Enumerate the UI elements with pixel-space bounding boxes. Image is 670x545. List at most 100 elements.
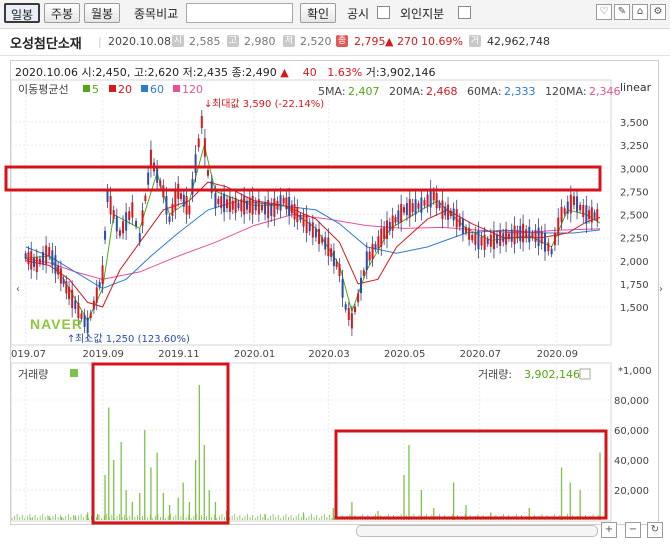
scrollbar[interactable] (356, 525, 598, 537)
candle-body (438, 202, 441, 209)
naver-watermark: NAVER (30, 316, 83, 332)
candle-body (465, 227, 468, 233)
candle-body (95, 287, 98, 303)
candle-body (135, 220, 138, 227)
candle-body (371, 243, 374, 260)
volume-current-label: 거래량: (478, 368, 512, 381)
candle-body (318, 228, 321, 245)
candle-body (240, 199, 243, 212)
ma-value: 2,407 (348, 85, 380, 98)
price-ytick-label: 2,000 (620, 257, 649, 268)
zoom-in-icon[interactable]: + (601, 522, 617, 538)
candle-body (516, 229, 519, 239)
candle-body (332, 250, 335, 267)
candle-body (254, 201, 257, 211)
candle-body (417, 203, 420, 209)
candle-body (257, 199, 260, 215)
candle-body (474, 232, 477, 245)
price-plot-area (10, 79, 612, 346)
candle-body (507, 233, 510, 240)
candle-body (30, 251, 33, 270)
candle-body (48, 247, 51, 256)
x-tick-label: 2019.09 (83, 349, 124, 360)
ma-legend-title: 이동평균선 (18, 83, 69, 96)
candle-body (168, 216, 171, 222)
candle-body (57, 265, 60, 275)
ma-legend-swatch (173, 85, 180, 92)
candle-body (251, 196, 254, 215)
candle-body (335, 261, 338, 267)
candle-body (525, 229, 528, 239)
candle-body (324, 237, 327, 250)
x-tick-label: 2020.05 (384, 349, 425, 360)
zoom-out-icon[interactable]: − (625, 522, 641, 538)
x-tick-label: 2020.09 (537, 349, 578, 360)
candle-body (492, 230, 495, 250)
candle-body (311, 222, 314, 238)
candle-body (159, 180, 162, 187)
candle-body (350, 313, 353, 329)
candle-body (223, 193, 226, 213)
candle-body (397, 210, 400, 223)
candle-body (423, 200, 426, 206)
candle-body (180, 193, 183, 199)
volume-legend-swatch (70, 369, 78, 377)
price-ytick-label: 2,750 (620, 187, 649, 198)
ma-value-label: 120MA: (545, 85, 587, 98)
candle-body (414, 199, 417, 215)
candle-body (285, 197, 288, 210)
price-ytick-label: 2,500 (620, 211, 649, 222)
candle-body (380, 228, 383, 247)
candle-body (45, 245, 48, 264)
volume-close-icon (579, 368, 591, 380)
candle-body (435, 192, 438, 209)
candle-body (477, 230, 480, 250)
candle-body (483, 234, 486, 250)
candle-body (194, 154, 197, 173)
candle-body (357, 293, 360, 303)
candle-body (59, 268, 62, 284)
candle-body (264, 202, 267, 215)
ma-value-label: 60MA: (467, 85, 502, 98)
candle-body (579, 204, 582, 211)
candle-body (174, 191, 177, 210)
ma-legend-label: 120 (182, 83, 203, 96)
candle-body (131, 202, 134, 218)
candle-body (149, 149, 152, 169)
candle-body (245, 200, 248, 210)
ma-legend-swatch (109, 85, 116, 92)
candle-body (385, 220, 388, 239)
max-arrow: ↓ (204, 99, 212, 110)
candle-body (165, 196, 168, 215)
ma-legend-label: 5 (92, 83, 99, 96)
candle-body (290, 204, 293, 214)
scroll-left-icon[interactable]: ‹ (14, 283, 22, 299)
candle-body (365, 251, 368, 270)
candle-body (471, 234, 474, 241)
candle-body (534, 230, 537, 243)
candle-body (588, 210, 591, 220)
refresh-icon[interactable]: ↻ (647, 522, 663, 538)
candle-body (248, 197, 251, 213)
candle-body (279, 195, 282, 211)
scroll-right-icon[interactable]: › (657, 283, 665, 299)
candle-body (65, 281, 68, 294)
candle-body (441, 200, 444, 220)
price-ytick-label: 3,500 (620, 118, 649, 129)
candle-body (502, 233, 505, 243)
price-ytick-label: 1,500 (620, 303, 649, 314)
candle-body (203, 138, 206, 157)
candle-body (98, 282, 101, 288)
candle-body (282, 197, 285, 204)
candle-body (74, 300, 77, 310)
candle-body (128, 211, 131, 221)
ma-value: 2,346 (589, 85, 621, 98)
candle-body (122, 221, 125, 234)
candle-body (590, 207, 593, 223)
candle-body (362, 270, 365, 276)
candle-body (217, 198, 220, 205)
candle-body (35, 256, 38, 273)
volume-ytick-label: 20,000 (614, 486, 649, 497)
candle-body (391, 215, 394, 231)
candle-body (125, 212, 128, 231)
